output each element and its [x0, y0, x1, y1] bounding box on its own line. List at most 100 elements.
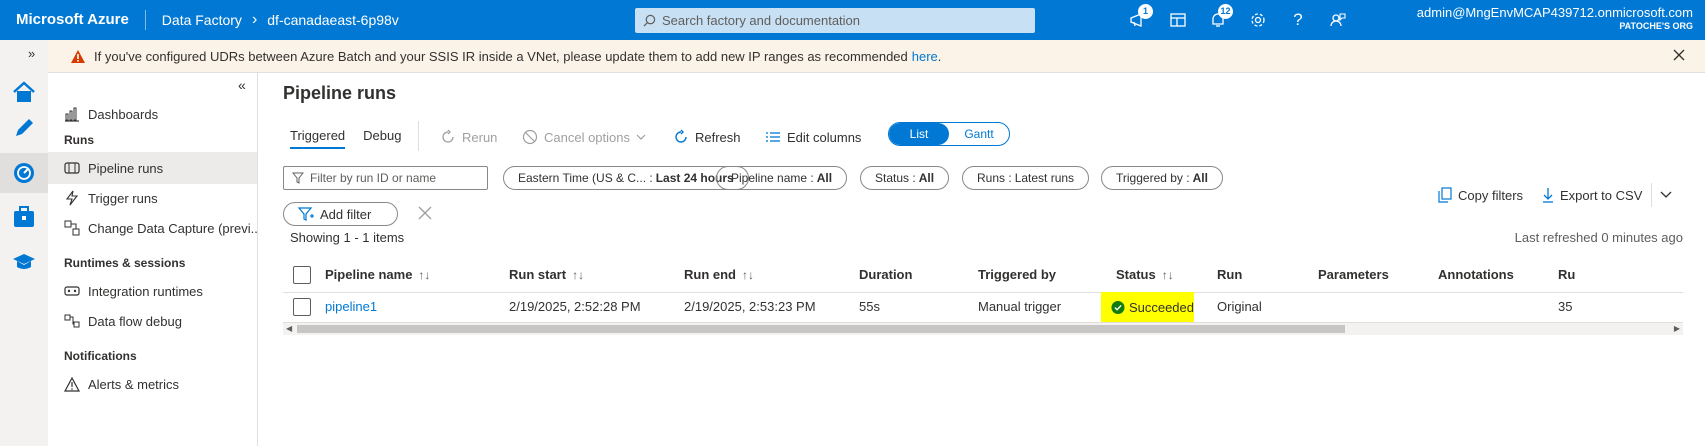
- pipeline-name-filter-pill[interactable]: Pipeline name : All: [716, 166, 848, 190]
- notification-badge: 1: [1138, 4, 1153, 19]
- switch-directory-icon[interactable]: [1158, 0, 1198, 40]
- edit-columns-button[interactable]: Edit columns: [765, 125, 861, 149]
- column-header-triggered-by[interactable]: Triggered by: [978, 258, 1056, 292]
- duration-cell: 55s: [859, 299, 880, 314]
- sort-icon: ↑↓: [572, 268, 585, 282]
- column-header-duration[interactable]: Duration: [859, 258, 912, 292]
- sidebar-item-pipeline-runs[interactable]: Pipeline runs: [48, 152, 257, 184]
- run-filter-input[interactable]: Filter by run ID or name: [283, 166, 488, 190]
- collapse-nav-icon[interactable]: «: [238, 77, 246, 93]
- triggered-by-cell: Manual trigger: [978, 299, 1062, 314]
- expand-rail-icon[interactable]: »: [28, 46, 35, 61]
- add-filter-icon: [298, 207, 314, 221]
- breadcrumb-product[interactable]: Data Factory: [146, 12, 242, 28]
- column-header-run[interactable]: Run: [1217, 258, 1242, 292]
- time-filter-pill[interactable]: Eastern Time (US & C... : Last 24 hours: [503, 166, 749, 190]
- add-filter-button[interactable]: Add filter: [283, 202, 398, 226]
- nav-section-runs: Runs: [64, 133, 94, 147]
- add-filter-label: Add filter: [320, 206, 372, 222]
- column-header-pipeline-name[interactable]: Pipeline name ↑↓: [325, 258, 430, 292]
- banner-message: If you've configured UDRs between Azure …: [94, 48, 908, 64]
- chevron-down-icon: [1660, 191, 1672, 198]
- copy-filters-button[interactable]: Copy filters: [1438, 183, 1523, 207]
- export-csv-button[interactable]: Export to CSV: [1542, 183, 1642, 207]
- sidebar-item-data-flow-debug[interactable]: Data flow debug: [48, 305, 257, 337]
- status-text: Succeeded: [1128, 299, 1194, 315]
- column-header-parameters[interactable]: Parameters: [1318, 258, 1389, 292]
- home-icon[interactable]: [0, 72, 48, 112]
- triggered-filter-label: Triggered by :: [1116, 171, 1190, 185]
- data-flow-debug-icon: [64, 314, 80, 328]
- column-header-run-id[interactable]: Ru: [1558, 258, 1575, 292]
- copy-icon: [1438, 187, 1452, 203]
- more-options-dropdown[interactable]: [1651, 183, 1678, 207]
- cancel-options-button[interactable]: Cancel options: [522, 125, 652, 149]
- tab-debug[interactable]: Debug: [363, 128, 401, 149]
- runs-filter-pill[interactable]: Runs : Latest runs: [962, 166, 1090, 190]
- learning-icon[interactable]: [0, 242, 48, 282]
- run-type-tabs: Triggered Debug: [290, 128, 419, 149]
- status-filter-pill[interactable]: Status : All: [860, 166, 950, 190]
- help-icon[interactable]: ?: [1278, 0, 1318, 40]
- runs-filter-value: Latest runs: [1014, 171, 1075, 185]
- main-content: Pipeline runs Triggered Debug Rerun Canc…: [258, 73, 1705, 446]
- view-gantt-button[interactable]: Gantt: [949, 123, 1009, 145]
- sort-icon: ↑↓: [742, 268, 754, 282]
- filter-icon: [292, 172, 304, 184]
- search-input[interactable]: Search factory and documentation: [635, 8, 1035, 33]
- status-badge: Succeeded: [1101, 292, 1194, 322]
- column-header-status[interactable]: Status ↑↓: [1116, 258, 1174, 292]
- toolbar-divider: [418, 121, 419, 151]
- manage-icon[interactable]: [0, 197, 48, 237]
- cancel-options-label: Cancel options: [544, 129, 630, 145]
- breadcrumb-separator-icon: ›: [251, 11, 258, 28]
- export-csv-label: Export to CSV: [1560, 187, 1643, 203]
- alert-icon: [64, 376, 80, 392]
- tab-triggered[interactable]: Triggered: [290, 128, 346, 149]
- author-icon[interactable]: [0, 108, 48, 148]
- settings-icon[interactable]: [1238, 0, 1278, 40]
- notification-icon[interactable]: 1: [1118, 0, 1158, 40]
- feedback-icon[interactable]: [1318, 0, 1358, 40]
- breadcrumb-factory[interactable]: df-canadaeast-6p98v: [267, 12, 399, 28]
- sidebar-item-label: Trigger runs: [88, 190, 158, 206]
- pipeline-name-link[interactable]: pipeline1: [325, 292, 377, 322]
- pipeline-filter-value: All: [816, 171, 833, 185]
- sidebar-item-label: Pipeline runs: [88, 160, 164, 176]
- triggered-by-filter-pill[interactable]: Triggered by : All: [1101, 166, 1223, 190]
- nav-section-runtimes: Runtimes & sessions: [64, 256, 186, 270]
- scroll-left-icon[interactable]: ◀: [286, 324, 292, 333]
- row-checkbox[interactable]: [293, 298, 311, 316]
- column-header-run-end[interactable]: Run end ↑↓: [684, 258, 754, 292]
- refresh-button[interactable]: Refresh: [673, 125, 741, 149]
- scroll-right-icon[interactable]: ▶: [1674, 324, 1680, 333]
- sidebar-item-integration-runtimes[interactable]: Integration runtimes: [48, 275, 257, 307]
- sidebar-item-change-data-capture[interactable]: Change Data Capture (previ...: [48, 212, 257, 244]
- column-header-annotations[interactable]: Annotations: [1438, 258, 1514, 292]
- copy-filters-label: Copy filters: [1458, 187, 1524, 203]
- nav-section-notifications: Notifications: [64, 349, 137, 363]
- refresh-icon: [675, 129, 687, 143]
- scrollbar-thumb[interactable]: [297, 325, 1345, 333]
- bell-icon[interactable]: 12: [1198, 0, 1238, 40]
- pipeline-icon: [64, 162, 80, 174]
- brand-title[interactable]: Microsoft Azure: [0, 10, 146, 30]
- sidebar-item-label: Data flow debug: [88, 313, 182, 329]
- select-all-checkbox[interactable]: [293, 266, 311, 284]
- refresh-label: Refresh: [695, 129, 741, 145]
- banner-link[interactable]: here: [912, 49, 938, 64]
- column-header-run-start[interactable]: Run start ↑↓: [509, 258, 584, 292]
- clear-filters-icon[interactable]: [418, 206, 432, 223]
- horizontal-scrollbar[interactable]: ◀ ▶: [283, 323, 1683, 335]
- account-menu[interactable]: admin@MngEnvMCAP439712.onmicrosoft.com P…: [1417, 5, 1693, 31]
- warning-icon: [71, 49, 85, 63]
- sidebar-item-dashboards[interactable]: Dashboards: [48, 98, 257, 130]
- rerun-button[interactable]: Rerun: [440, 125, 497, 149]
- sidebar-item-trigger-runs[interactable]: Trigger runs: [48, 182, 257, 214]
- sidebar-item-label: Change Data Capture (previ...: [88, 220, 257, 236]
- monitor-icon[interactable]: [0, 153, 48, 193]
- sort-icon: ↑↓: [1161, 268, 1174, 282]
- sidebar-item-alerts-metrics[interactable]: Alerts & metrics: [48, 368, 257, 400]
- view-list-button[interactable]: List: [889, 123, 949, 145]
- close-icon[interactable]: [1673, 49, 1693, 64]
